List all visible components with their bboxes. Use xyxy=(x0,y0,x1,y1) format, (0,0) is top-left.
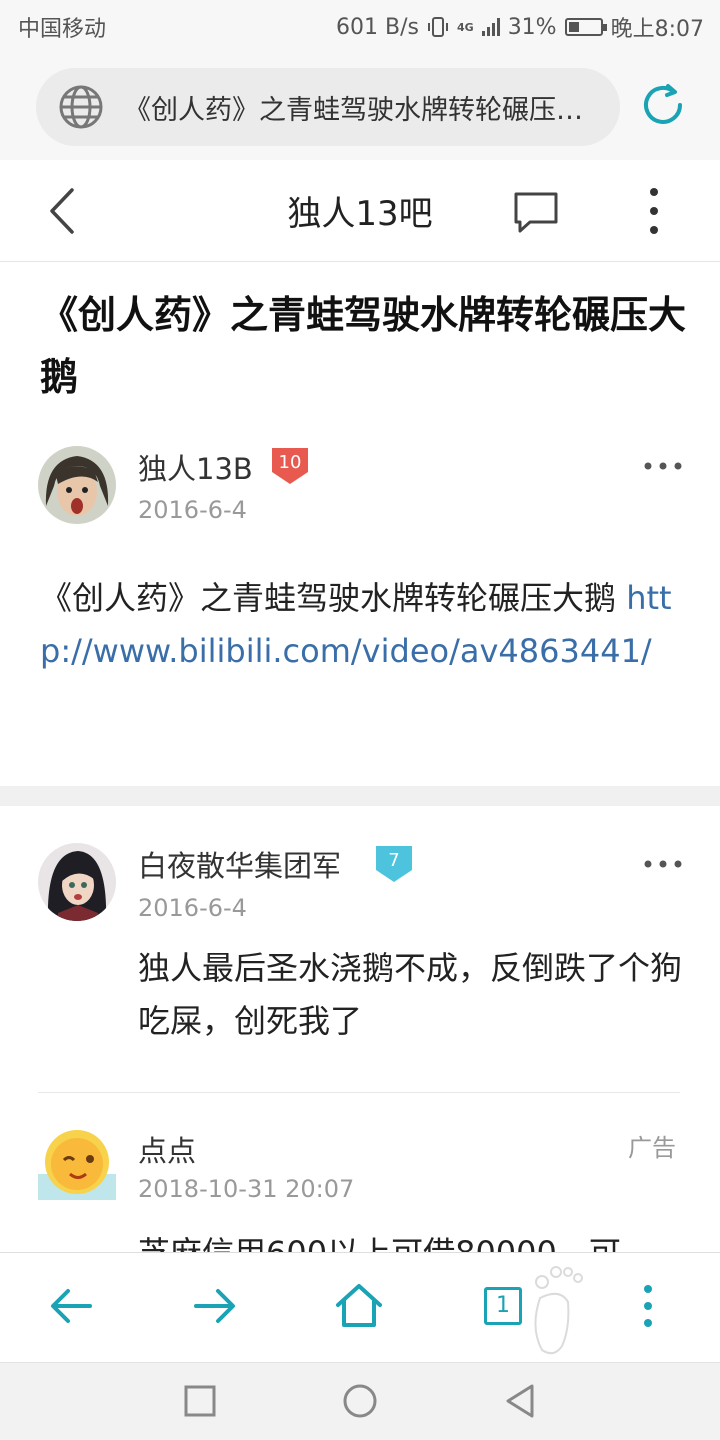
forum-title: 独人13吧 xyxy=(287,194,433,234)
post-date: 2016-6-4 xyxy=(138,496,247,524)
network-type: 4G xyxy=(457,20,474,34)
reply-avatar[interactable] xyxy=(38,843,116,921)
browser-toolbar: 1 xyxy=(0,1252,720,1362)
reply-more-icon[interactable] xyxy=(644,859,682,869)
reply-level-badge: 7 xyxy=(376,846,412,882)
recents-icon[interactable] xyxy=(180,1381,220,1421)
home-nav-icon[interactable] xyxy=(340,1381,380,1421)
footprint-icon xyxy=(534,1266,583,1355)
reply-level-badge-text: 7 xyxy=(388,850,399,871)
carrier-label: 中国移动 xyxy=(18,17,107,42)
ad-label: 广告 xyxy=(628,1134,676,1162)
level-badge-text: 10 xyxy=(279,452,302,473)
ad-avatar[interactable] xyxy=(38,1122,116,1200)
tabs-button[interactable]: 1 xyxy=(484,1287,522,1325)
system-nav-bar xyxy=(0,1362,720,1440)
avatar[interactable] xyxy=(38,446,116,524)
status-bar: 中国移动 601 B/s 4G 31% 晚上8:07 xyxy=(0,0,720,50)
globe-icon xyxy=(59,85,103,129)
post-body: 《创人药》之青蛙驾驶水牌转轮碾压大鹅 http://www.bilibili.c… xyxy=(40,572,690,678)
address-field[interactable]: 《创人药》之青蛙驾驶水牌转轮碾压大鹅 xyxy=(36,68,620,146)
battery-percent: 31% xyxy=(507,14,557,40)
browser-url-bar: 《创人药》之青蛙驾驶水牌转轮碾压大鹅 xyxy=(0,50,720,160)
forum-header: 独人13吧 xyxy=(0,160,720,262)
url-title: 《创人药》之青蛙驾驶水牌转轮碾压大鹅 xyxy=(124,95,604,126)
comment-icon[interactable] xyxy=(512,190,560,234)
ad-text[interactable]: 芝麻信用600以上可借80000，可 xyxy=(138,1228,698,1254)
post-body-text: 《创人药》之青蛙驾驶水牌转轮碾压大鹅 xyxy=(40,579,627,617)
reply-divider xyxy=(38,1092,680,1093)
reply-date: 2016-6-4 xyxy=(138,894,247,922)
more-horizontal-icon[interactable] xyxy=(644,461,682,471)
ad-author[interactable]: 点点 xyxy=(138,1128,196,1170)
refresh-icon[interactable] xyxy=(638,80,688,130)
battery-icon xyxy=(564,18,607,36)
vibrate-icon xyxy=(428,17,448,37)
signal-icon xyxy=(481,18,500,36)
ad-date: 2018-10-31 20:07 xyxy=(138,1175,355,1203)
net-speed: 601 B/s xyxy=(336,14,419,40)
reply-text: 独人最后圣水浇鹅不成，反倒跌了个狗吃屎，创死我了 xyxy=(138,949,683,1040)
post-title: 《创人药》之青蛙驾驶水牌转轮碾压大鹅 xyxy=(40,293,687,399)
menu-icon[interactable] xyxy=(623,1281,673,1331)
clock: 晚上8:07 xyxy=(610,17,704,42)
home-icon[interactable] xyxy=(334,1281,384,1331)
status-right: 601 B/s 4G 31% 晚上8:07 xyxy=(336,11,704,43)
post-author[interactable]: 独人13B xyxy=(138,446,253,488)
forward-icon[interactable] xyxy=(190,1281,240,1331)
back-icon[interactable] xyxy=(46,1281,96,1331)
level-badge: 10 xyxy=(272,448,308,484)
back-nav-icon[interactable] xyxy=(500,1381,540,1421)
more-vertical-icon[interactable] xyxy=(644,186,664,236)
section-divider xyxy=(0,786,720,806)
reply-author[interactable]: 白夜散华集团军 xyxy=(138,843,341,885)
